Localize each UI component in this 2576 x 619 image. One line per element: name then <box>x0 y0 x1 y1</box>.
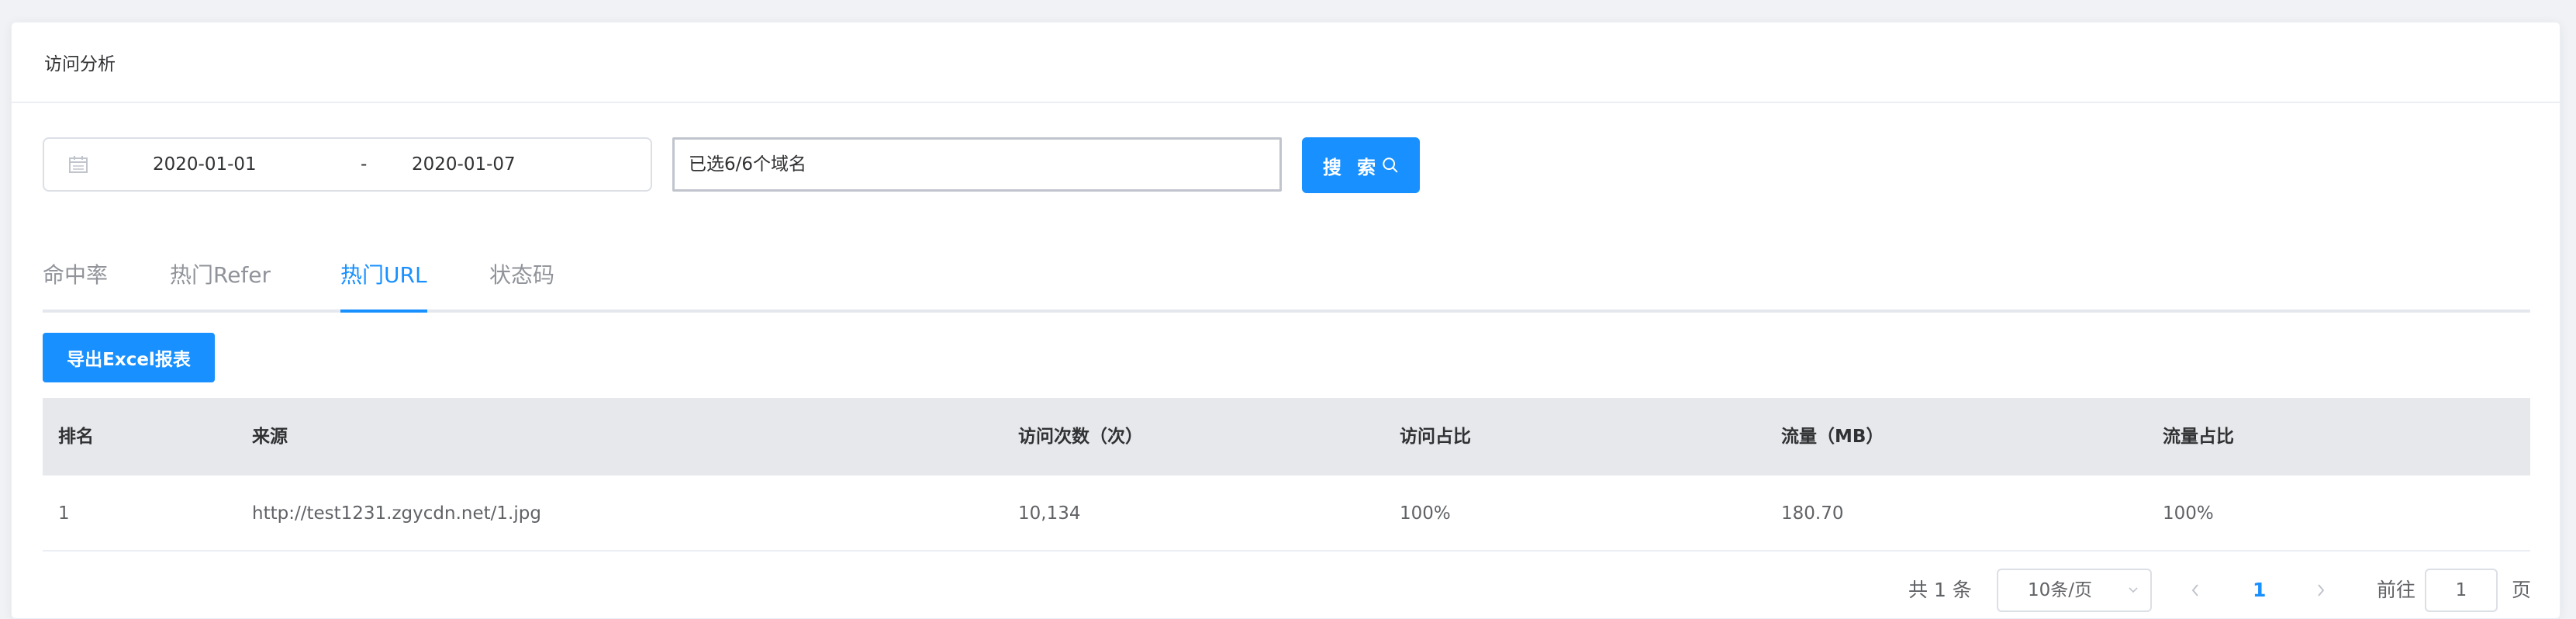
page-unit-label: 页 <box>2512 579 2532 601</box>
tab-bar: 命中率 热门Refer 热门URL 状态码 <box>43 240 2530 313</box>
column-header-visit-share[interactable]: 访问占比 <box>1400 398 1471 475</box>
calendar-icon <box>69 156 88 173</box>
analysis-card: 访问分析 2020-01-01 - 2020-01-07 已选6/6个域名 搜 … <box>11 22 2560 619</box>
goto-page-input[interactable]: 1 <box>2425 569 2498 612</box>
tab-status-code[interactable]: 状态码 <box>489 258 554 289</box>
card-header: 访问分析 <box>12 22 2560 103</box>
date-separator: - <box>361 154 368 175</box>
column-header-source[interactable]: 来源 <box>252 398 288 475</box>
goto-label: 前往 <box>2377 579 2416 601</box>
end-date-input[interactable]: 2020-01-07 <box>412 139 516 190</box>
page-title: 访问分析 <box>44 54 116 74</box>
tab-hot-refer[interactable]: 热门Refer <box>170 258 271 289</box>
pagination-total: 共 1 条 <box>1908 579 1972 601</box>
data-table: 排名 来源 访问次数（次） 访问占比 流量（MB） 流量占比 1 http://… <box>43 398 2530 552</box>
export-excel-button[interactable]: 导出Excel报表 <box>43 333 215 382</box>
page-size-select[interactable]: 10条/页 <box>1997 569 2152 612</box>
tab-hit-rate[interactable]: 命中率 <box>43 258 108 289</box>
column-header-rank[interactable]: 排名 <box>58 398 94 475</box>
cell-visits: 10,134 <box>1018 503 1081 524</box>
prev-page-icon[interactable] <box>2189 581 2201 600</box>
active-tab-indicator <box>340 310 427 313</box>
cell-rank: 1 <box>58 503 70 524</box>
pagination: 共 1 条 10条/页 1 前往 1 页 <box>12 569 2561 612</box>
column-header-traffic[interactable]: 流量（MB） <box>1781 398 1884 475</box>
column-header-traffic-share[interactable]: 流量占比 <box>2163 398 2234 475</box>
start-date-input[interactable]: 2020-01-01 <box>153 139 257 190</box>
search-button-label: 搜 索 <box>1322 156 1381 178</box>
cell-traffic: 180.70 <box>1781 503 1844 524</box>
date-range-picker[interactable]: 2020-01-01 - 2020-01-07 <box>43 137 652 192</box>
next-page-icon[interactable] <box>2315 581 2327 600</box>
table-header: 排名 来源 访问次数（次） 访问占比 流量（MB） 流量占比 <box>43 398 2530 475</box>
table-row[interactable]: 1 http://test1231.zgycdn.net/1.jpg 10,13… <box>43 475 2530 552</box>
current-page[interactable]: 1 <box>2253 569 2266 612</box>
column-header-visits[interactable]: 访问次数（次） <box>1018 398 1143 475</box>
cell-source: http://test1231.zgycdn.net/1.jpg <box>252 503 541 524</box>
search-icon <box>1383 157 1398 173</box>
chevron-down-icon <box>2129 587 2138 593</box>
tab-hot-url[interactable]: 热门URL <box>340 258 427 289</box>
page-size-value: 10条/页 <box>2028 580 2093 600</box>
search-button[interactable]: 搜 索 <box>1302 137 1420 193</box>
cell-visit-share: 100% <box>1400 503 1451 524</box>
domain-select[interactable]: 已选6/6个域名 <box>672 137 1282 192</box>
cell-traffic-share: 100% <box>2163 503 2214 524</box>
